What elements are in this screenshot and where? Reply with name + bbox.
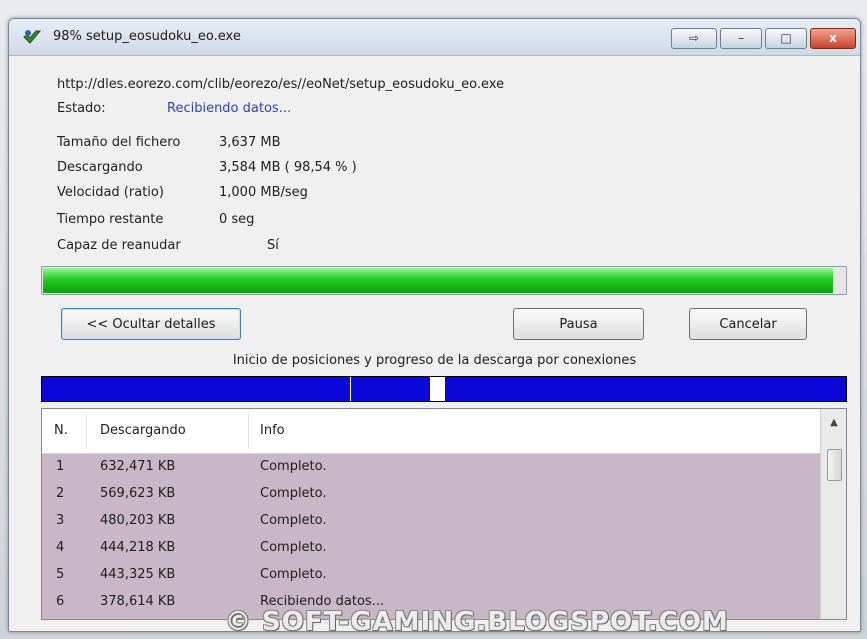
download-dialog: 98% setup_eosudoku_eo.exe ⇨ – □ x http:/… [8, 18, 861, 632]
file-size-label: Tamaño del fichero [57, 135, 181, 150]
maximize-icon: □ [780, 31, 792, 45]
table-row[interactable]: 1 632,471 KB Completo. [42, 454, 820, 481]
row-size: 444,218 KB [100, 540, 176, 555]
speed-value: 1,000 MB/seg [219, 185, 308, 200]
file-size-value: 3,637 MB [219, 135, 281, 150]
table-row[interactable]: 5 443,325 KB Completo. [42, 562, 820, 589]
row-info: Completo. [260, 459, 327, 474]
status-value: Recibiendo datos... [167, 101, 292, 116]
downloaded-value: 3,584 MB ( 98,54 % ) [219, 160, 357, 175]
resumable-value: Sí [267, 238, 279, 253]
column-divider [86, 413, 87, 449]
row-size: 632,471 KB [100, 459, 176, 474]
download-progress-bar [41, 266, 847, 295]
row-size: 443,325 KB [100, 567, 176, 582]
row-number: 6 [56, 594, 65, 609]
connection-segment [351, 377, 430, 401]
download-progress-fill [43, 268, 833, 293]
download-url: http://dles.eorezo.com/clib/eorezo/es//e… [57, 77, 505, 92]
pause-button[interactable]: Pausa [513, 308, 644, 340]
table-row[interactable]: 2 569,623 KB Completo. [42, 481, 820, 508]
table-row[interactable]: 4 444,218 KB Completo. [42, 535, 820, 562]
close-icon: x [829, 31, 837, 45]
row-info: Completo. [260, 486, 327, 501]
app-icon [23, 29, 42, 45]
title-bar[interactable]: 98% setup_eosudoku_eo.exe ⇨ – □ x [9, 19, 860, 56]
time-left-value: 0 seg [219, 212, 255, 227]
column-header-downloaded[interactable]: Descargando [100, 423, 186, 438]
row-info: Completo. [260, 513, 327, 528]
column-header-info[interactable]: Info [260, 423, 285, 438]
row-info: Completo. [260, 567, 327, 582]
close-button[interactable]: x [810, 28, 856, 49]
window-title: 98% setup_eosudoku_eo.exe [53, 29, 241, 44]
downloaded-label: Descargando [57, 160, 143, 175]
arrow-button[interactable]: ⇨ [671, 28, 717, 49]
connection-segment [42, 377, 350, 401]
connections-progress-bar [41, 376, 847, 402]
table-row[interactable]: 3 480,203 KB Completo. [42, 508, 820, 535]
table-scrollbar[interactable]: ▲ [820, 409, 846, 619]
row-size: 569,623 KB [100, 486, 176, 501]
table-header: N. Descargando Info [42, 409, 820, 454]
arrow-icon: ⇨ [688, 31, 700, 45]
row-size: 378,614 KB [100, 594, 176, 609]
hide-details-button[interactable]: << Ocultar detalles [61, 308, 241, 340]
row-number: 3 [56, 513, 65, 528]
connection-segment [445, 377, 846, 401]
chevron-up-icon[interactable]: ▲ [825, 415, 843, 431]
time-left-label: Tiempo restante [57, 212, 164, 227]
maximize-button[interactable]: □ [765, 28, 807, 49]
status-label: Estado: [57, 101, 106, 116]
column-header-number[interactable]: N. [54, 423, 68, 438]
minimize-button[interactable]: – [720, 28, 762, 49]
minimize-icon: – [738, 31, 744, 45]
row-number: 1 [56, 459, 65, 474]
row-number: 2 [56, 486, 65, 501]
connections-caption: Inicio de posiciones y progreso de la de… [232, 353, 637, 368]
table-body: 1 632,471 KB Completo. 2 569,623 KB Comp… [42, 454, 820, 619]
scrollbar-thumb[interactable] [827, 449, 842, 481]
speed-label: Velocidad (ratio) [57, 185, 164, 200]
row-number: 5 [56, 567, 65, 582]
connections-table[interactable]: N. Descargando Info 1 632,471 KB Complet… [41, 408, 847, 620]
cancel-button[interactable]: Cancelar [689, 308, 807, 340]
column-divider [248, 413, 249, 449]
row-number: 4 [56, 540, 65, 555]
row-size: 480,203 KB [100, 513, 176, 528]
watermark: © SOFT-GAMING.BLOGSPOT.COM [225, 607, 729, 632]
resumable-label: Capaz de reanudar [57, 238, 181, 253]
row-info: Completo. [260, 540, 327, 555]
